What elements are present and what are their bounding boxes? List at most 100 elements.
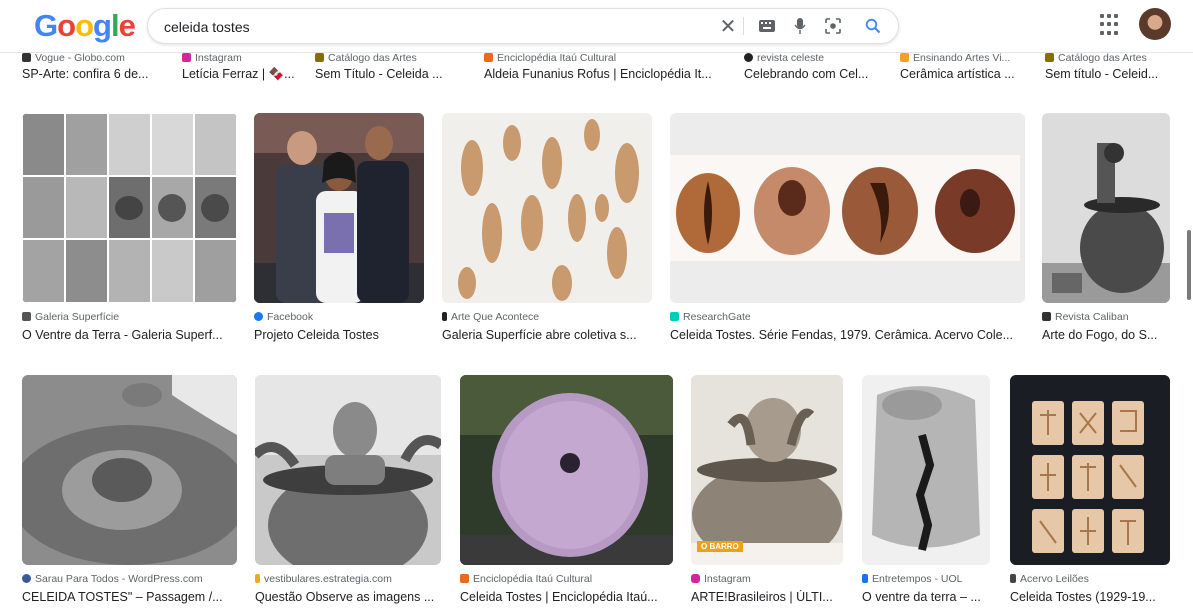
result-source: Arte Que Acontece: [442, 311, 652, 323]
source-favicon-icon: [862, 574, 868, 583]
image-result-card[interactable]: Enciclopédia Itaú Cultural Celeida Toste…: [460, 375, 673, 612]
result-thumbnail[interactable]: [22, 375, 237, 565]
image-result-card[interactable]: O BARRO Instagram ARTE!Brasileiros | ÚLT…: [691, 375, 843, 612]
source-favicon-icon: [1045, 53, 1054, 62]
result-title: Sem Título - Celeida ...: [315, 67, 443, 81]
result-strip-item[interactable]: Ensinando Artes Vi... Cerâmica artística…: [900, 52, 1025, 88]
search-icon[interactable]: [858, 9, 888, 43]
image-result-card[interactable]: Arte Que Acontece Galeria Superfície abr…: [442, 113, 652, 353]
result-source: Enciclopédia Itaú Cultural: [460, 573, 673, 585]
result-thumbnail[interactable]: [255, 375, 441, 565]
result-caption: Enciclopédia Itaú Cultural Celeida Toste…: [460, 573, 673, 604]
result-source: Enciclopédia Itaú Cultural: [484, 52, 724, 64]
account-avatar[interactable]: [1139, 8, 1171, 40]
result-title[interactable]: Galeria Superfície abre coletiva s...: [442, 328, 652, 342]
close-icon[interactable]: ✕: [713, 9, 743, 43]
result-thumbnail[interactable]: [442, 113, 652, 303]
result-title: Cerâmica artística ...: [900, 67, 1015, 81]
result-title: Celebrando com Cel...: [744, 67, 869, 81]
source-favicon-icon: [255, 574, 260, 583]
image-result-card[interactable]: Galeria Superfície O Ventre da Terra - G…: [22, 113, 237, 353]
image-result-card[interactable]: Facebook Projeto Celeida Tostes: [254, 113, 424, 353]
result-source: Vogue - Globo.com: [22, 52, 172, 64]
result-title: Letícia Ferraz | 🍫...: [182, 67, 295, 81]
result-title[interactable]: ARTE!Brasileiros | ÚLTI...: [691, 590, 843, 604]
result-source: Sarau Para Todos - WordPress.com: [22, 573, 237, 585]
result-title: SP-Arte: confira 6 de...: [22, 67, 149, 81]
result-strip-item[interactable]: revista celeste Celebrando com Cel...: [744, 52, 884, 88]
result-thumbnail[interactable]: [862, 375, 990, 565]
result-title[interactable]: O Ventre da Terra - Galeria Superf...: [22, 328, 237, 342]
image-result-card[interactable]: Entretempos - UOL O ventre da terra – ..…: [862, 375, 990, 612]
result-title[interactable]: Celeida Tostes | Enciclopédia Itaú...: [460, 590, 673, 604]
apps-grid-icon[interactable]: [1100, 14, 1122, 36]
result-title: Aldeia Funanius Rofus | Enciclopédia It.…: [484, 67, 712, 81]
source-favicon-icon: [484, 53, 493, 62]
result-source: Instagram: [691, 573, 843, 585]
result-caption: Arte Que Acontece Galeria Superfície abr…: [442, 311, 652, 342]
image-result-card[interactable]: vestibulares.estrategia.com Questão Obse…: [255, 375, 441, 612]
result-source: Galeria Superfície: [22, 311, 237, 323]
result-source: Catálogo das Artes: [315, 52, 465, 64]
result-source: Ensinando Artes Vi...: [900, 52, 1025, 64]
result-strip-item[interactable]: Instagram Letícia Ferraz | 🍫...: [182, 52, 307, 88]
result-source: Catálogo das Artes: [1045, 52, 1170, 64]
result-caption: Facebook Projeto Celeida Tostes: [254, 311, 424, 342]
result-thumbnail[interactable]: [1010, 375, 1170, 565]
result-strip-item[interactable]: Catálogo das Artes Sem título - Celeid..…: [1045, 52, 1170, 88]
source-favicon-icon: [22, 312, 31, 321]
result-caption: Entretempos - UOL O ventre da terra – ..…: [862, 573, 990, 604]
result-title[interactable]: Arte do Fogo, do S...: [1042, 328, 1170, 342]
result-title[interactable]: Projeto Celeida Tostes: [254, 328, 424, 342]
image-result-card[interactable]: Acervo Leilões Celeida Tostes (1929-19..…: [1010, 375, 1170, 612]
facebook-icon: [254, 312, 263, 321]
search-input[interactable]: [162, 15, 706, 39]
result-thumbnail[interactable]: [1042, 113, 1170, 303]
result-source: vestibulares.estrategia.com: [255, 573, 441, 585]
image-result-card[interactable]: ResearchGate Celeida Tostes. Série Fenda…: [670, 113, 1025, 353]
result-source: Entretempos - UOL: [862, 573, 990, 585]
source-favicon-icon: [744, 53, 753, 62]
result-title[interactable]: Questão Observe as imagens ...: [255, 590, 441, 604]
result-caption: Sarau Para Todos - WordPress.com CELEIDA…: [22, 573, 237, 604]
result-source: Acervo Leilões: [1010, 573, 1170, 585]
result-title[interactable]: CELEIDA TOSTES" – Passagem /...: [22, 590, 237, 604]
google-logo[interactable]: Google: [34, 6, 136, 46]
search-box: ✕: [147, 8, 899, 44]
result-thumbnail[interactable]: [460, 375, 673, 565]
source-favicon-icon: [182, 53, 191, 62]
result-title[interactable]: Celeida Tostes (1929-19...: [1010, 590, 1170, 604]
source-favicon-icon: [1042, 312, 1051, 321]
instagram-icon: [691, 574, 700, 583]
result-strip-item[interactable]: Enciclopédia Itaú Cultural Aldeia Funani…: [484, 52, 724, 88]
result-source: Revista Caliban: [1042, 311, 1170, 323]
result-thumbnail[interactable]: [670, 113, 1025, 303]
result-strip-item[interactable]: Catálogo das Artes Sem Título - Celeida …: [315, 52, 465, 88]
lens-icon[interactable]: [818, 9, 848, 43]
source-favicon-icon: [22, 53, 31, 62]
search-divider: [743, 17, 744, 35]
page-scrollbar[interactable]: [1187, 230, 1191, 300]
result-source: Facebook: [254, 311, 424, 323]
result-caption: Revista Caliban Arte do Fogo, do S...: [1042, 311, 1170, 342]
result-source: Instagram: [182, 52, 307, 64]
result-thumbnail[interactable]: [254, 113, 424, 303]
keyboard-icon[interactable]: [752, 9, 782, 43]
result-caption: Acervo Leilões Celeida Tostes (1929-19..…: [1010, 573, 1170, 604]
result-strip-item[interactable]: Vogue - Globo.com SP-Arte: confira 6 de.…: [22, 52, 172, 88]
result-thumbnail[interactable]: [22, 113, 237, 303]
source-favicon-icon: [900, 53, 909, 62]
result-caption: Galeria Superfície O Ventre da Terra - G…: [22, 311, 237, 342]
result-title[interactable]: Celeida Tostes. Série Fendas, 1979. Cerâ…: [670, 328, 1025, 342]
barro-tag: O BARRO: [697, 541, 743, 552]
result-thumbnail[interactable]: O BARRO: [691, 375, 843, 565]
mic-icon[interactable]: [785, 9, 815, 43]
source-favicon-icon: [442, 312, 447, 321]
result-title[interactable]: O ventre da terra – ...: [862, 590, 990, 604]
result-source: ResearchGate: [670, 311, 1025, 323]
image-result-card[interactable]: Sarau Para Todos - WordPress.com CELEIDA…: [22, 375, 237, 612]
image-result-card[interactable]: Revista Caliban Arte do Fogo, do S...: [1042, 113, 1170, 353]
source-favicon-icon: [460, 574, 469, 583]
result-caption: ResearchGate Celeida Tostes. Série Fenda…: [670, 311, 1025, 342]
source-favicon-icon: [315, 53, 324, 62]
